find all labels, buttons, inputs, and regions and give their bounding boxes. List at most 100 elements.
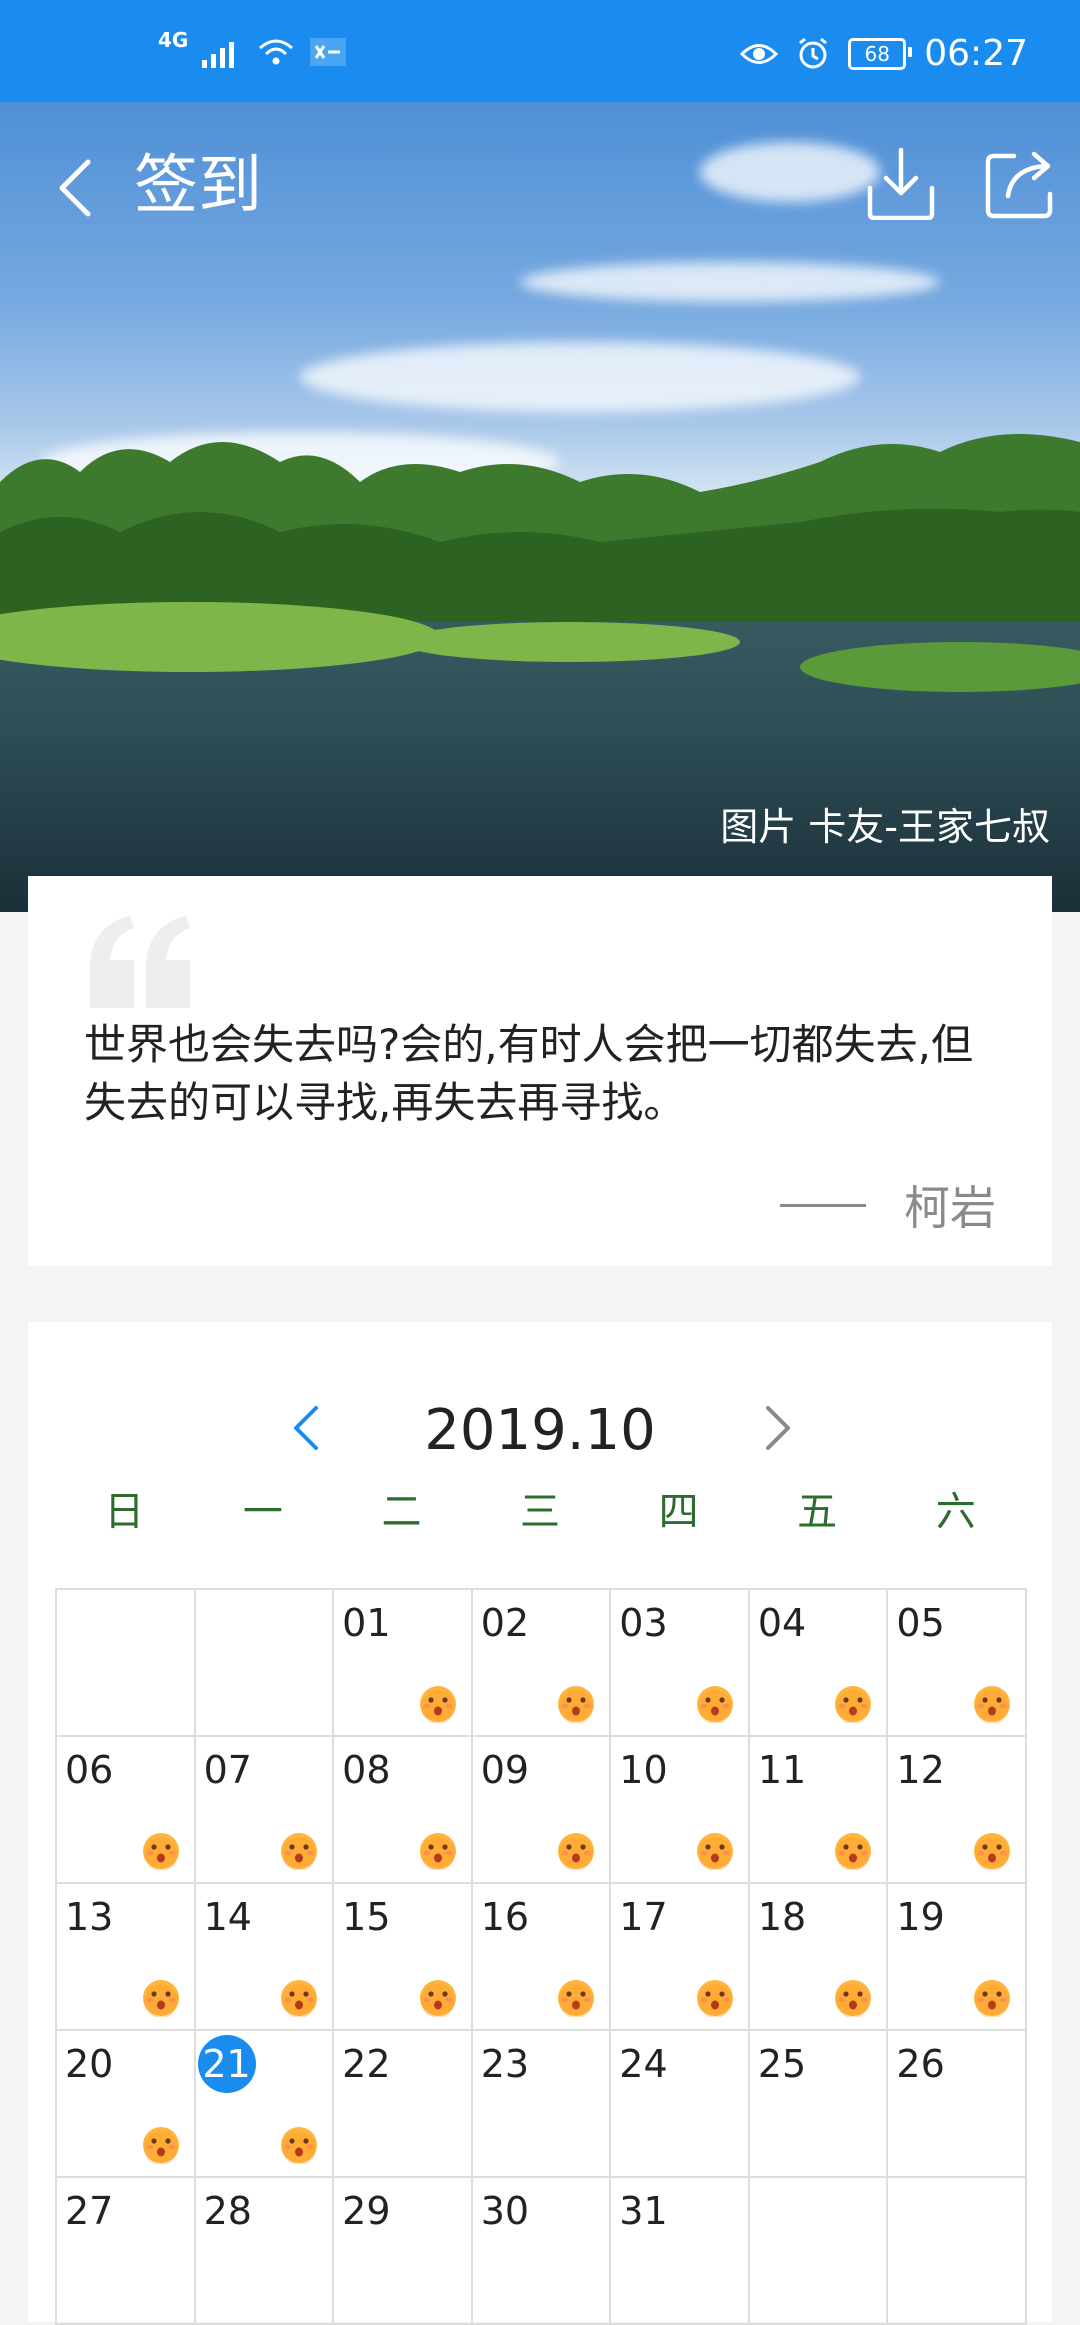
calendar-day[interactable]: 18: [749, 1884, 889, 2031]
calendar-empty-cell: [749, 2178, 889, 2325]
signed-in-emoji-icon: [696, 1833, 733, 1870]
calendar-day[interactable]: 04: [749, 1590, 889, 1737]
calendar-day[interactable]: 15: [334, 1884, 473, 2031]
calendar-day[interactable]: 07: [195, 1737, 335, 1884]
signed-in-emoji-icon: [558, 1833, 595, 1870]
quote-author: 柯岩: [780, 1172, 996, 1238]
calendar-day[interactable]: 28: [195, 2178, 335, 2325]
data-saver-icon: [310, 38, 347, 66]
day-number: 22: [342, 2042, 391, 2086]
weekday-label: 四: [658, 1489, 699, 1535]
signed-in-emoji-icon: [835, 1686, 872, 1723]
signed-in-emoji-icon: [558, 1980, 595, 2017]
calendar-day[interactable]: 17: [611, 1884, 750, 2031]
calendar-day[interactable]: 05: [888, 1590, 1027, 1737]
download-icon[interactable]: [866, 146, 936, 220]
weekday-label: 日: [104, 1489, 145, 1535]
signed-in-emoji-icon: [835, 1833, 872, 1870]
weekday-label: 一: [242, 1489, 283, 1535]
weekday-row: 日一二三四五六: [55, 1482, 1025, 1542]
share-icon[interactable]: [984, 148, 1056, 220]
back-icon[interactable]: [56, 158, 94, 218]
calendar-day[interactable]: 13: [57, 1884, 196, 2031]
calendar-day[interactable]: 31: [611, 2178, 750, 2325]
signed-in-emoji-icon: [419, 1833, 456, 1870]
day-number: 07: [203, 1748, 252, 1792]
calendar-day[interactable]: 30: [472, 2178, 612, 2325]
day-number: 30: [480, 2189, 530, 2233]
month-label: 2019.10: [424, 1398, 656, 1463]
day-number: 03: [619, 1601, 668, 1645]
status-bar: 4G 68 06:27: [0, 0, 1080, 102]
calendar-day[interactable]: 21: [195, 2031, 335, 2178]
day-number: 13: [65, 1895, 114, 1939]
weekday-label: 二: [381, 1489, 422, 1535]
signed-in-emoji-icon: [281, 1833, 318, 1870]
calendar-day[interactable]: 03: [611, 1590, 750, 1737]
status-left: 4G: [158, 30, 347, 68]
next-month-icon[interactable]: [758, 1400, 798, 1456]
cloud: [700, 142, 880, 202]
weekday-label: 六: [935, 1489, 976, 1535]
day-number: 18: [757, 1895, 807, 1939]
signed-in-emoji-icon: [696, 1686, 733, 1723]
calendar-day[interactable]: 20: [57, 2031, 196, 2178]
calendar-day[interactable]: 02: [472, 1590, 612, 1737]
day-number: 05: [896, 1601, 945, 1645]
day-number: 02: [480, 1601, 530, 1645]
calendar-day[interactable]: 29: [334, 2178, 473, 2325]
day-number: 19: [896, 1895, 945, 1939]
calendar-day[interactable]: 10: [611, 1737, 750, 1884]
day-number: 31: [619, 2189, 668, 2233]
day-number: 25: [757, 2042, 807, 2086]
day-number: 28: [203, 2189, 252, 2233]
day-number: 09: [480, 1748, 530, 1792]
signed-in-emoji-icon: [419, 1686, 456, 1723]
signed-in-emoji-icon: [696, 1980, 733, 2017]
status-right: 68 06:27: [740, 36, 1028, 72]
calendar-day[interactable]: 27: [57, 2178, 196, 2325]
calendar-day[interactable]: 11: [749, 1737, 889, 1884]
day-number: 17: [619, 1895, 668, 1939]
calendar-day[interactable]: 14: [195, 1884, 335, 2031]
calendar-day[interactable]: 25: [749, 2031, 889, 2178]
quote-card: 世界也会失去吗?会的,有时人会把一切都失去,但失去的可以寻找,再失去再寻找。 柯…: [28, 876, 1052, 1266]
calendar-day[interactable]: 19: [888, 1884, 1027, 2031]
clock: 06:27: [924, 33, 1028, 74]
day-number: 12: [896, 1748, 945, 1792]
calendar-empty-cell: [888, 2178, 1027, 2325]
signed-in-emoji-icon: [973, 1833, 1010, 1870]
day-number: 20: [65, 2042, 114, 2086]
battery-level: 68: [864, 42, 890, 66]
quote-mark-icon: [90, 916, 190, 1008]
weekday-label: 五: [797, 1489, 838, 1535]
signed-in-emoji-icon: [142, 1980, 179, 2017]
calendar-grid: 01 02 03 04 05 06 07 08 09 10 11 12 13 14 15 16 17 18 19 20…: [55, 1588, 1027, 2325]
prev-month-icon[interactable]: [286, 1400, 326, 1456]
calendar-day[interactable]: 24: [611, 2031, 750, 2178]
signed-in-emoji-icon: [419, 1980, 456, 2017]
image-credit: 图片 卡友-王家七叔: [720, 805, 1050, 849]
calendar-day[interactable]: 22: [334, 2031, 473, 2178]
day-number: 04: [757, 1601, 807, 1645]
author-name: 柯岩: [904, 1181, 996, 1235]
signal-icon: [202, 42, 235, 68]
alarm-icon: [799, 37, 828, 69]
signed-in-emoji-icon: [558, 1686, 595, 1723]
signed-in-emoji-icon: [835, 1980, 872, 2017]
calendar-card: 2019.10 日 一 二 三 四 五 六 01 02 03 04 05 06 07 08 09 10 11 12…: [28, 1322, 1052, 2325]
calendar-day[interactable]: 01: [334, 1590, 473, 1737]
island: [400, 622, 740, 662]
page-title: 签到: [134, 149, 262, 223]
calendar-day[interactable]: 08: [334, 1737, 473, 1884]
calendar-day[interactable]: 26: [888, 2031, 1027, 2178]
trees: [0, 434, 1080, 622]
cloud: [300, 342, 860, 412]
calendar-day[interactable]: 16: [472, 1884, 612, 2031]
calendar-day[interactable]: 23: [472, 2031, 612, 2178]
calendar-day[interactable]: 06: [57, 1737, 196, 1884]
calendar-day[interactable]: 09: [472, 1737, 612, 1884]
day-number: 15: [342, 1895, 391, 1939]
calendar-day[interactable]: 12: [888, 1737, 1027, 1884]
calendar-header: 2019.10: [28, 1382, 1052, 1472]
